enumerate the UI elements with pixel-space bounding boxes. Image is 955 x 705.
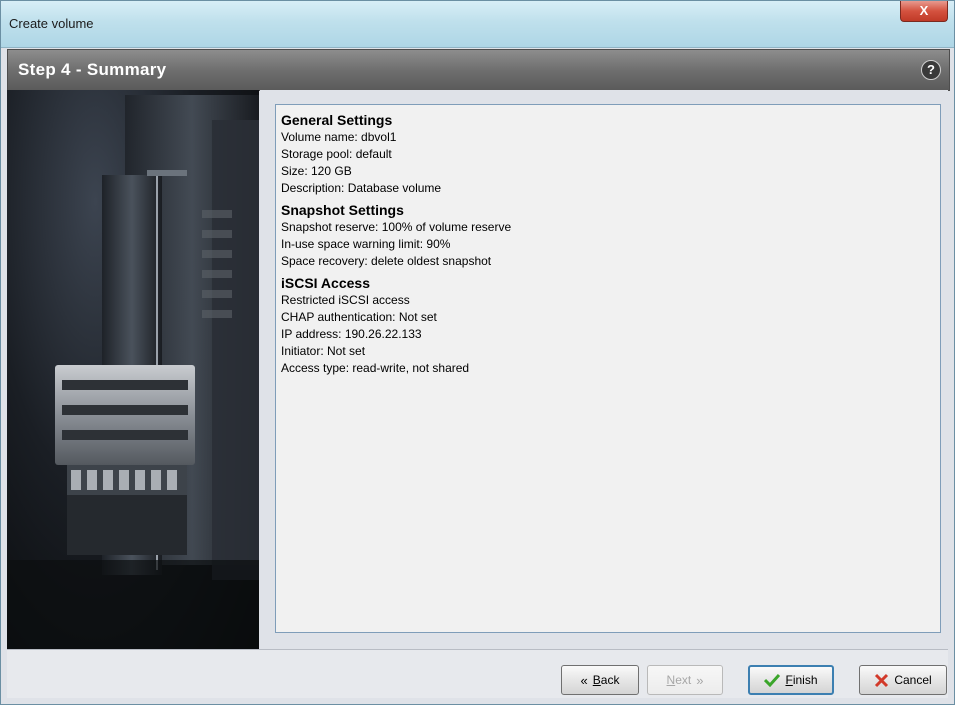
- initiator-line: Initiator: Not set: [281, 344, 366, 358]
- close-icon: X: [919, 3, 929, 18]
- storage-pool-line: Storage pool: default: [281, 147, 392, 161]
- cancel-label: Cancel: [894, 673, 932, 687]
- create-volume-dialog: Create volume X Step 4 - Summary ? Gener…: [0, 0, 955, 705]
- help-icon[interactable]: ?: [921, 60, 941, 80]
- section-title: General Settings: [281, 112, 393, 128]
- chevron-left-icon: «: [580, 672, 588, 688]
- next-label: Next: [666, 673, 692, 687]
- access-type-line: Access type: read-write, not shared: [281, 361, 470, 375]
- summary-panel: General Settings Volume name: dbvol1 Sto…: [275, 104, 941, 633]
- storage-array-image: [7, 90, 259, 649]
- close-button[interactable]: X: [900, 1, 948, 22]
- step-title: Step 4 - Summary: [18, 60, 167, 79]
- finish-label: Finish: [785, 673, 818, 687]
- back-button[interactable]: « Back: [561, 665, 639, 695]
- title-bar[interactable]: Create volume X: [1, 1, 954, 48]
- ip-address-line: IP address: 190.26.22.133: [281, 327, 422, 341]
- finish-button[interactable]: Finish: [748, 665, 834, 695]
- snapshot-reserve-line: Snapshot reserve: 100% of volume reserve: [281, 220, 512, 234]
- section-title: Snapshot Settings: [281, 202, 404, 218]
- next-button[interactable]: Next »: [647, 665, 723, 695]
- back-label: Back: [592, 673, 620, 687]
- chevron-right-icon: »: [696, 672, 704, 688]
- server-rack-illustration: [7, 95, 259, 649]
- general-settings-section: General Settings Volume name: dbvol1 Sto…: [281, 111, 935, 197]
- restricted-access-line: Restricted iSCSI access: [281, 293, 410, 307]
- window-title: Create volume: [9, 16, 94, 31]
- cancel-button[interactable]: Cancel: [859, 665, 947, 695]
- chap-line: CHAP authentication: Not set: [281, 310, 437, 324]
- button-bar: « Back Next » Finish Cancel: [7, 649, 948, 698]
- iscsi-access-section: iSCSI Access Restricted iSCSI access CHA…: [281, 274, 935, 377]
- step-header: Step 4 - Summary ?: [7, 49, 950, 91]
- x-cross-icon: [875, 673, 889, 687]
- snapshot-settings-section: Snapshot Settings Snapshot reserve: 100%…: [281, 201, 935, 270]
- section-title: iSCSI Access: [281, 275, 370, 291]
- warning-limit-line: In-use space warning limit: 90%: [281, 237, 451, 251]
- volume-name-line: Volume name: dbvol1: [281, 130, 397, 144]
- space-recovery-line: Space recovery: delete oldest snapshot: [281, 254, 492, 268]
- size-line: Size: 120 GB: [281, 164, 352, 178]
- description-line: Description: Database volume: [281, 181, 442, 195]
- checkmark-icon: [764, 673, 781, 687]
